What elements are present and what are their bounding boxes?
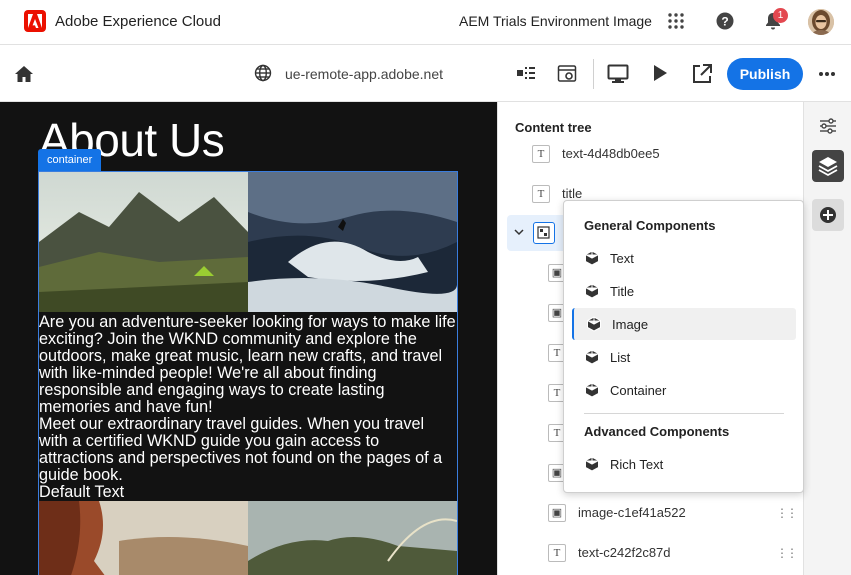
text-icon: T	[548, 544, 566, 562]
drag-handle-icon[interactable]: ⋮⋮	[776, 506, 798, 520]
tree-item-text[interactable]: T text-4d48db0ee5	[498, 138, 803, 170]
help-icon[interactable]: ?	[716, 12, 734, 30]
canvas-default-text[interactable]: Default Text	[39, 484, 457, 501]
component-option-label: Text	[610, 251, 634, 266]
component-option-container[interactable]: Container	[572, 374, 796, 406]
general-components-heading: General Components	[584, 218, 716, 233]
component-option-label: Image	[612, 317, 649, 332]
canvas-image-landscape[interactable]	[248, 501, 457, 575]
container-icon	[533, 222, 555, 244]
popover-divider	[584, 413, 784, 414]
cube-icon	[585, 349, 599, 365]
publish-button[interactable]: Publish	[727, 58, 803, 90]
editor-canvas[interactable]: About Us container Are you an adventure-…	[0, 102, 497, 575]
add-circle-icon	[820, 207, 836, 223]
chevron-down-icon[interactable]	[514, 228, 524, 236]
add-component-popover: General Components Text Title Image List…	[563, 200, 804, 493]
component-option-label: Title	[610, 284, 635, 299]
canvas-paragraph-2[interactable]: Meet our extraordinary travel guides. Wh…	[39, 416, 457, 484]
toolbar-separator	[593, 59, 594, 89]
component-option-rich-text[interactable]: Rich Text	[572, 448, 796, 480]
tree-item-image[interactable]: ▣ image-c1ef41a522 ⋮⋮	[498, 497, 803, 529]
right-rail	[803, 102, 851, 575]
canvas-paragraph-1[interactable]: Are you an adventure-seeker looking for …	[39, 314, 457, 416]
apps-grid-icon[interactable]	[667, 12, 685, 30]
tree-item-label: text-c242f2c87d	[578, 545, 671, 560]
text-icon: T	[532, 185, 550, 203]
tree-item-label: text-4d48db0ee5	[562, 146, 660, 161]
editor-toolbar: ue-remote-app.adobe.net Publish	[0, 46, 851, 102]
svg-text:?: ?	[721, 15, 728, 29]
panel-title: Content tree	[515, 120, 592, 135]
more-options-icon[interactable]	[819, 71, 835, 77]
image-icon: ▣	[548, 504, 566, 522]
component-option-image[interactable]: Image	[572, 308, 796, 340]
open-external-icon[interactable]	[692, 64, 712, 84]
layers-icon	[818, 157, 838, 177]
home-icon[interactable]	[14, 65, 34, 83]
tree-item-text[interactable]: T text-c242f2c87d ⋮⋮	[498, 537, 803, 569]
cube-icon	[587, 316, 601, 332]
canvas-image-canyon[interactable]	[39, 501, 248, 575]
component-option-text[interactable]: Text	[572, 242, 796, 274]
cube-icon	[585, 382, 599, 398]
desktop-preview-icon[interactable]	[607, 64, 629, 84]
properties-button[interactable]	[812, 110, 844, 142]
component-option-label: List	[610, 350, 631, 365]
cube-icon	[585, 250, 599, 266]
cube-icon	[585, 456, 599, 472]
canvas-body-text[interactable]: Are you an adventure-seeker looking for …	[39, 314, 457, 501]
container-tag[interactable]: container	[38, 149, 102, 171]
user-avatar[interactable]	[808, 9, 834, 35]
content-tree-button[interactable]	[812, 150, 844, 182]
environment-name[interactable]: AEM Trials Environment Image	[459, 13, 652, 29]
sliders-icon	[820, 118, 836, 134]
page-url[interactable]: ue-remote-app.adobe.net	[285, 66, 443, 82]
notification-badge: 1	[773, 8, 788, 23]
adobe-logo-icon[interactable]	[24, 10, 46, 32]
properties-rail-icon[interactable]	[516, 64, 536, 82]
cube-icon	[585, 283, 599, 299]
add-component-button[interactable]	[812, 199, 844, 231]
tree-item-label: image-c1ef41a522	[578, 505, 686, 520]
brand-name[interactable]: Adobe Experience Cloud	[55, 13, 221, 30]
advanced-components-heading: Advanced Components	[584, 424, 730, 439]
preview-play-icon[interactable]	[652, 64, 668, 82]
drag-handle-icon[interactable]: ⋮⋮	[776, 546, 798, 560]
component-option-title[interactable]: Title	[572, 275, 796, 307]
globe-icon	[254, 64, 272, 82]
component-option-label: Rich Text	[610, 457, 664, 472]
component-option-label: Container	[610, 383, 667, 398]
tree-item-label: title	[562, 186, 583, 201]
emulator-settings-icon[interactable]	[557, 64, 577, 84]
app-header: Adobe Experience Cloud AEM Trials Enviro…	[0, 0, 851, 45]
component-option-list[interactable]: List	[572, 341, 796, 373]
text-icon: T	[532, 145, 550, 163]
